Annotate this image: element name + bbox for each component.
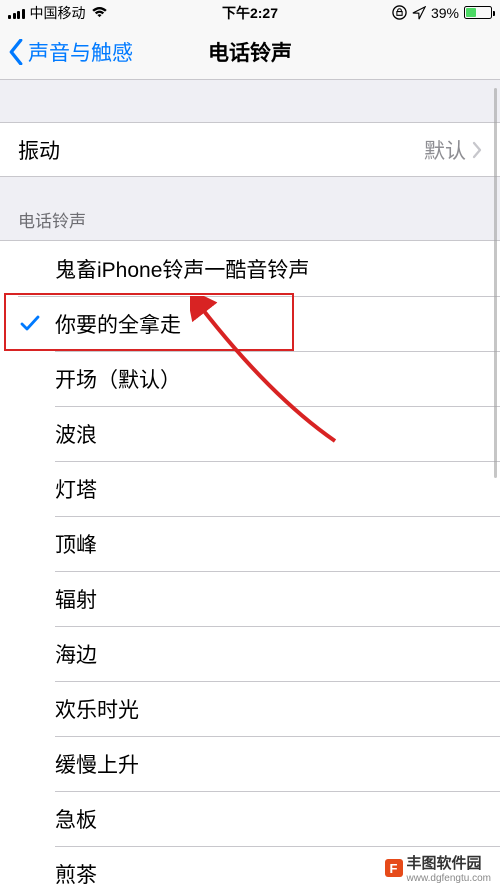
chevron-right-icon [472, 141, 482, 159]
ringtone-list: 鬼畜iPhone铃声一酷音铃声 你要的全拿走 开场（默认） 波浪 灯塔 顶峰 [0, 240, 500, 889]
ringtone-item[interactable]: 缓慢上升 [0, 736, 500, 791]
status-right: 39% [392, 5, 492, 21]
ringtone-item[interactable]: 开场（默认） [0, 351, 500, 406]
orientation-lock-icon [392, 5, 407, 20]
ringtone-label: 缓慢上升 [55, 749, 139, 779]
back-button[interactable]: 声音与触感 [8, 37, 133, 67]
ringtone-item[interactable]: 海边 [0, 626, 500, 681]
carrier-label: 中国移动 [30, 3, 86, 23]
vibration-row[interactable]: 振动 默认 [0, 122, 500, 177]
vibration-label: 振动 [18, 135, 60, 165]
ringtone-item[interactable]: 你要的全拿走 [0, 296, 500, 351]
battery-icon [464, 6, 492, 19]
watermark-logo-icon: F [385, 859, 403, 877]
ringtones-section-header: 电话铃声 [0, 177, 500, 240]
ringtone-label: 海边 [55, 639, 97, 669]
ringtone-label: 灯塔 [55, 474, 97, 504]
ringtone-label: 辐射 [55, 584, 97, 614]
ringtone-label: 煎茶 [55, 859, 97, 889]
ringtone-item[interactable]: 欢乐时光 [0, 681, 500, 736]
nav-bar: 声音与触感 电话铃声 [0, 25, 500, 80]
watermark-title: 丰图软件园 [407, 852, 492, 873]
battery-pct: 39% [431, 5, 459, 21]
ringtone-label: 顶峰 [55, 529, 97, 559]
ringtone-label: 开场（默认） [55, 364, 181, 394]
ringtone-label: 急板 [55, 804, 97, 834]
ringtone-label: 你要的全拿走 [55, 309, 181, 339]
checkmark-icon [20, 314, 40, 334]
page-title: 电话铃声 [208, 37, 292, 67]
watermark-url: www.dgfengtu.com [407, 873, 492, 884]
vibration-value: 默认 [424, 135, 482, 165]
ringtone-item[interactable]: 鬼畜iPhone铃声一酷音铃声 [0, 241, 500, 296]
status-time: 下午2:27 [222, 3, 278, 23]
ringtone-item[interactable]: 急板 [0, 791, 500, 846]
ringtone-label: 鬼畜iPhone铃声一酷音铃声 [55, 254, 309, 284]
signal-icon [8, 7, 25, 19]
ringtone-label: 欢乐时光 [55, 694, 139, 724]
ringtone-item[interactable]: 辐射 [0, 571, 500, 626]
watermark: F 丰图软件园 www.dgfengtu.com [382, 851, 495, 885]
status-bar: 中国移动 下午2:27 39% [0, 0, 500, 25]
wifi-icon [91, 6, 108, 19]
ringtone-item[interactable]: 波浪 [0, 406, 500, 461]
status-left: 中国移动 [8, 3, 108, 23]
scrollbar[interactable] [494, 88, 497, 478]
back-label: 声音与触感 [28, 37, 133, 67]
ringtone-label: 波浪 [55, 419, 97, 449]
check-slot [16, 314, 44, 334]
chevron-left-icon [8, 39, 24, 65]
content-scroll[interactable]: 振动 默认 电话铃声 鬼畜iPhone铃声一酷音铃声 你要的全拿走 开场（默认）… [0, 80, 500, 889]
ringtone-item[interactable]: 顶峰 [0, 516, 500, 571]
location-icon [412, 6, 426, 20]
ringtone-item[interactable]: 灯塔 [0, 461, 500, 516]
